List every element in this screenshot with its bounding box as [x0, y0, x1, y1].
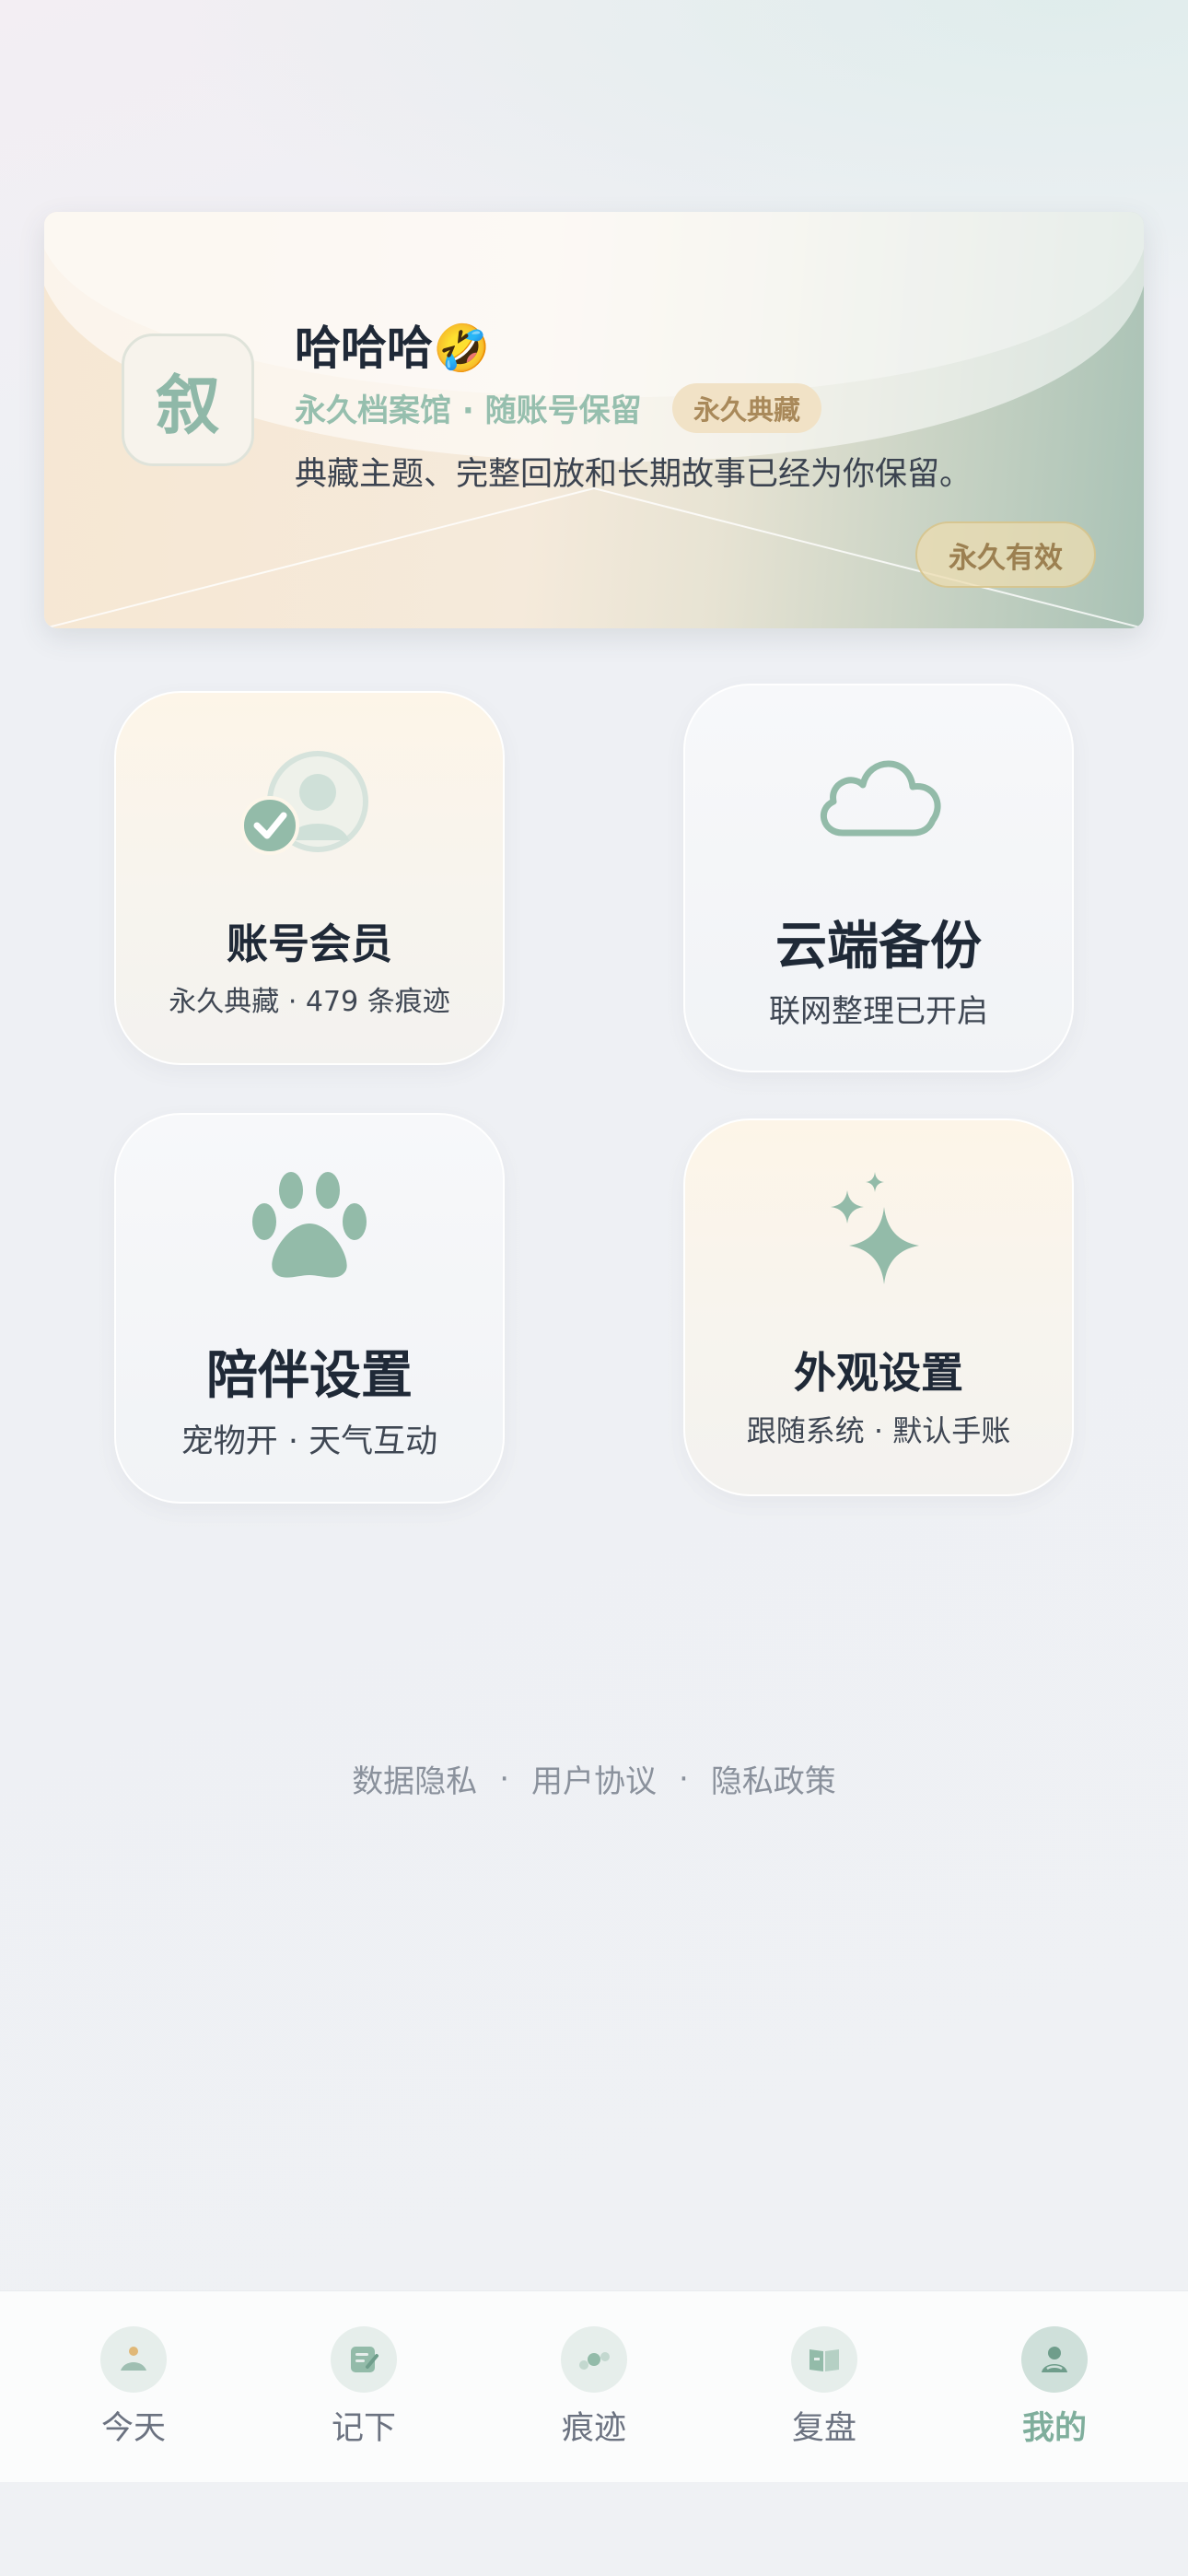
account-membership-tile[interactable]: 账号会员 永久典藏 · 479 条痕迹 — [114, 691, 505, 1065]
tab-review[interactable]: 复盘 — [751, 2291, 898, 2483]
footer-separator: · — [499, 1760, 509, 1797]
profile-description: 典藏主题、完整回放和长期故事已经为你保留。 — [295, 456, 973, 493]
profile-card[interactable]: 叙 哈哈哈🤣 永久档案馆 · 随账号保留 永久典藏 典藏主题、完整回放和长期故事… — [44, 212, 1144, 628]
note-icon — [331, 2326, 397, 2393]
validity-badge: 永久有效 — [915, 521, 1096, 588]
tab-profile[interactable]: 我的 — [981, 2291, 1128, 2483]
tab-note[interactable]: 记下 — [290, 2291, 437, 2483]
tab-label: 今天 — [100, 2410, 166, 2447]
profile-icon — [1021, 2326, 1088, 2393]
avatar: 叙 — [122, 334, 254, 466]
membership-badge: 永久典藏 — [672, 383, 821, 433]
paw-icon — [116, 1168, 503, 1284]
sparkles-icon — [685, 1168, 1072, 1297]
appearance-settings-tile[interactable]: 外观设置 跟随系统 · 默认手账 — [683, 1118, 1074, 1496]
companion-tile-subtitle: 宠物开 · 天气互动 — [181, 1423, 438, 1460]
appearance-tile-subtitle: 跟随系统 · 默认手账 — [746, 1413, 1011, 1448]
companion-tile-title: 陪伴设置 — [206, 1346, 413, 1406]
cloud-backup-tile[interactable]: 云端备份 联网整理已开启 — [683, 684, 1074, 1072]
review-book-icon — [791, 2326, 857, 2393]
user-agreement-link[interactable]: 用户协议 — [531, 1756, 657, 1801]
footer-separator: · — [679, 1760, 689, 1797]
account-tile-title: 账号会员 — [226, 919, 392, 968]
profile-subtitle: 永久档案馆 · 随账号保留 — [295, 392, 642, 429]
data-privacy-link[interactable]: 数据隐私 — [352, 1756, 477, 1801]
user-check-icon — [116, 748, 503, 859]
appearance-tile-title: 外观设置 — [794, 1348, 963, 1398]
cloud-tile-title: 云端备份 — [775, 917, 982, 977]
profile-name: 哈哈哈🤣 — [295, 322, 491, 375]
cloud-icon — [685, 748, 1072, 849]
account-tile-subtitle: 永久典藏 · 479 条痕迹 — [169, 986, 450, 1018]
bottom-tab-bar: 今天 记下 痕迹 复盘 我的 — [0, 2290, 1188, 2482]
traces-icon — [561, 2326, 627, 2393]
tab-traces[interactable]: 痕迹 — [520, 2291, 668, 2483]
tab-today[interactable]: 今天 — [60, 2291, 207, 2483]
privacy-policy-link[interactable]: 隐私政策 — [711, 1756, 836, 1801]
companion-settings-tile[interactable]: 陪伴设置 宠物开 · 天气互动 — [114, 1113, 505, 1504]
tab-label: 复盘 — [791, 2410, 856, 2447]
today-icon — [100, 2326, 167, 2393]
cloud-tile-subtitle: 联网整理已开启 — [769, 993, 988, 1030]
tab-label: 记下 — [331, 2410, 396, 2447]
footer-links: 数据隐私 · 用户协议 · 隐私政策 — [0, 1756, 1188, 1801]
tab-label: 痕迹 — [561, 2410, 626, 2447]
tab-label: 我的 — [1021, 2410, 1087, 2447]
